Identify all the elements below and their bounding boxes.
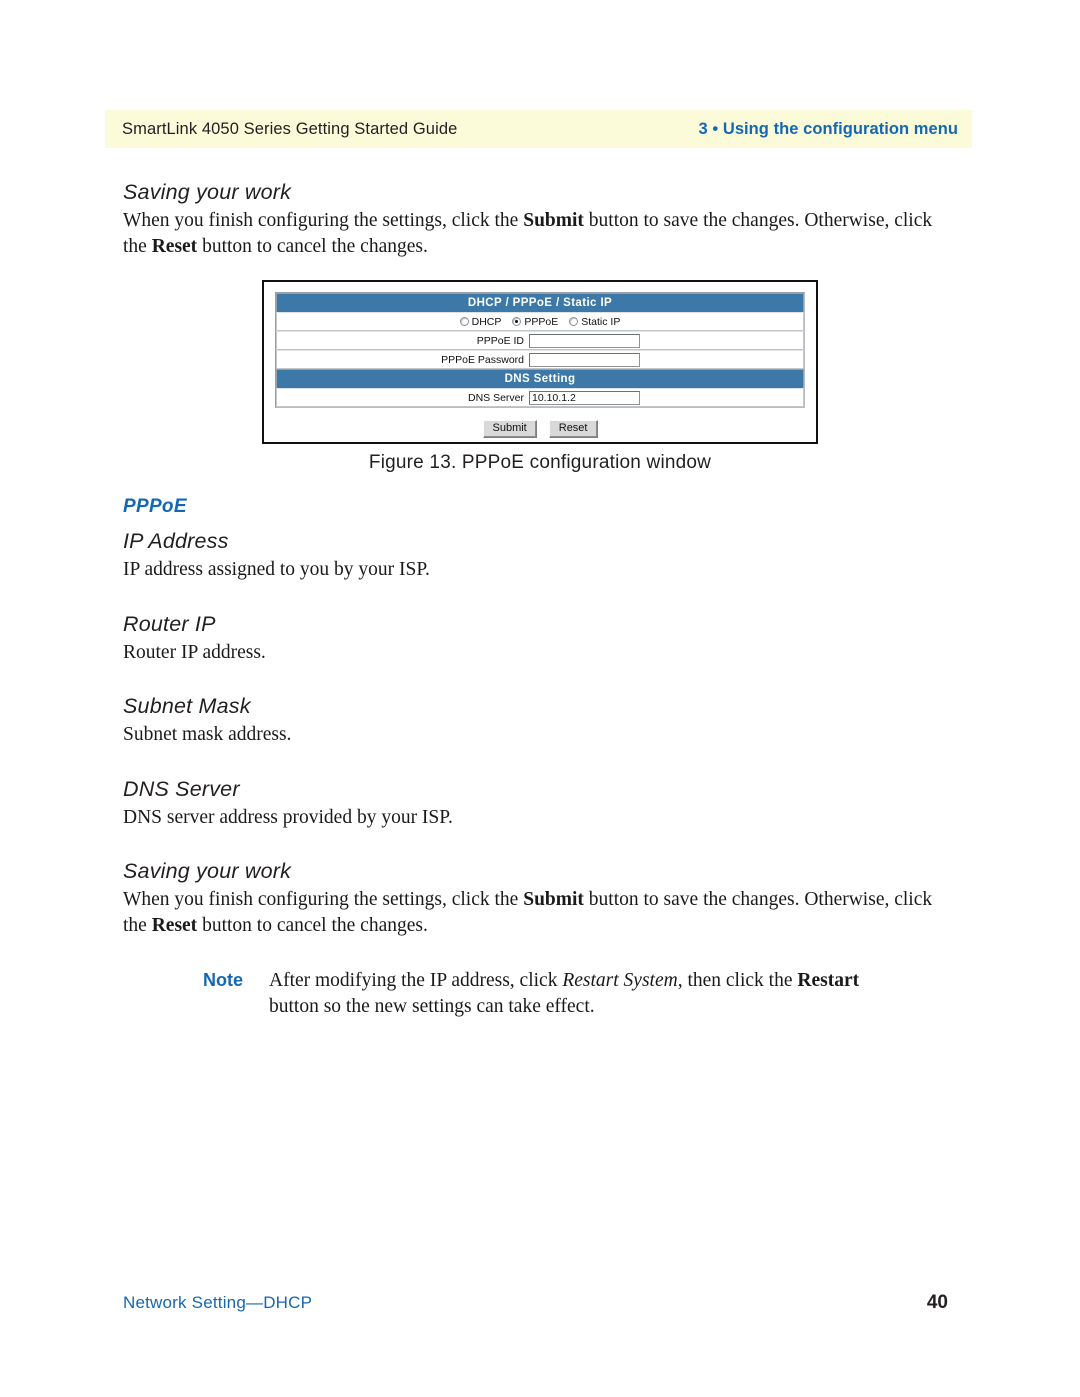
- figure-13: DHCP / PPPoE / Static IP DHCP PPPoE Stat…: [262, 280, 818, 444]
- saving-bottom-suffix: button to cancel the changes.: [197, 914, 428, 936]
- saving-top-bold-reset: Reset: [151, 235, 198, 257]
- saving-top-prefix: When you finish configuring the settings…: [123, 210, 524, 231]
- radio-option-pppoe[interactable]: PPPoE: [512, 316, 558, 328]
- heading-saving-your-work-bottom: Saving your work: [123, 859, 292, 883]
- submit-button[interactable]: Submit: [482, 420, 537, 438]
- row-pppoe-password: PPPoE Password: [276, 350, 804, 369]
- input-pppoe-password[interactable]: [529, 352, 640, 367]
- page-footer: Network Setting—DHCP 40: [123, 1292, 948, 1314]
- section-bar-dhcp-pppoe-staticip: DHCP / PPPoE / Static IP: [276, 293, 804, 312]
- paragraph-router-ip: Router IP address.: [123, 641, 266, 663]
- config-window-button-row: Submit Reset: [275, 420, 805, 438]
- heading-ip-address: IP Address: [123, 529, 229, 553]
- radio-option-dhcp[interactable]: DHCP: [459, 315, 502, 328]
- radio-label-dhcp: DHCP: [471, 315, 502, 328]
- radio-group-connection-type[interactable]: DHCP PPPoE Static IP: [459, 315, 620, 328]
- note-bold-restart: Restart: [797, 970, 860, 991]
- header-document-title: SmartLink 4050 Series Getting Started Gu…: [122, 119, 458, 138]
- cell-pppoe-password-input: [529, 352, 640, 367]
- label-pppoe-id: PPPoE ID: [476, 334, 524, 347]
- saving-bottom-prefix: When you finish configuring the settings…: [123, 889, 524, 910]
- heading-router-ip: Router IP: [123, 611, 216, 636]
- section-bar-dns-setting: DNS Setting: [276, 369, 804, 388]
- paragraph-saving-your-work-bottom: When you finish configuring the settings…: [123, 887, 943, 938]
- footer-section-label: Network Setting—DHCP: [123, 1293, 313, 1312]
- saving-top-suffix: button to cancel the changes.: [197, 235, 428, 257]
- input-dns-server[interactable]: 10.10.1.2: [529, 390, 640, 405]
- radio-icon-dhcp[interactable]: [459, 317, 469, 326]
- note-block: Note After modifying the IP address, cli…: [203, 968, 943, 1019]
- note-italic-restart-system: Restart System: [562, 970, 678, 991]
- label-pppoe-password: PPPoE Password: [441, 353, 524, 366]
- paragraph-dns-server: DNS server address provided by your ISP.: [123, 806, 453, 828]
- reset-button[interactable]: Reset: [548, 420, 598, 438]
- header-chapter-title: 3 • Using the configuration menu: [698, 119, 958, 138]
- cell-pppoe-id-input: [529, 333, 640, 348]
- heading-dns-server: DNS Server: [123, 776, 240, 801]
- content-top: Saving your work When you finish configu…: [123, 180, 943, 259]
- note-label: Note: [203, 970, 243, 990]
- note-prefix: After modifying the IP address, click: [269, 970, 563, 991]
- radio-label-pppoe: PPPoE: [524, 315, 559, 328]
- page-header: SmartLink 4050 Series Getting Started Gu…: [105, 110, 972, 148]
- saving-top-bold-submit: Submit: [523, 210, 584, 231]
- radio-icon-pppoe[interactable]: [512, 317, 522, 326]
- heading-subnet-mask: Subnet Mask: [123, 694, 251, 718]
- note-mid: , then click the: [677, 970, 798, 991]
- saving-bottom-bold-submit: Submit: [523, 889, 584, 910]
- radio-label-static-ip: Static IP: [581, 315, 621, 328]
- figure-13-caption: Figure 13. PPPoE configuration window: [368, 452, 712, 473]
- config-window-form: DHCP / PPPoE / Static IP DHCP PPPoE Stat…: [275, 292, 805, 408]
- paragraph-subnet-mask: Subnet mask address.: [123, 724, 292, 745]
- saving-bottom-bold-reset: Reset: [151, 914, 198, 936]
- heading-pppoe: PPPoE: [123, 496, 187, 517]
- row-pppoe-id: PPPoE ID: [276, 331, 804, 350]
- radio-icon-static-ip[interactable]: [569, 317, 579, 326]
- heading-saving-your-work-top: Saving your work: [123, 180, 292, 204]
- cell-dns-server-input: 10.10.1.2: [529, 390, 640, 405]
- input-pppoe-id[interactable]: [529, 333, 640, 348]
- paragraph-saving-your-work-top: When you finish configuring the settings…: [123, 208, 943, 259]
- config-window-screenshot: DHCP / PPPoE / Static IP DHCP PPPoE Stat…: [262, 280, 818, 444]
- note-suffix: button so the new settings can take effe…: [269, 995, 595, 1017]
- footer-page-number: 40: [926, 1292, 948, 1313]
- row-dns-server: DNS Server 10.10.1.2: [276, 388, 804, 407]
- row-connection-type: DHCP PPPoE Static IP: [276, 312, 804, 331]
- label-dns-server: DNS Server: [467, 391, 524, 404]
- note-text: After modifying the IP address, click Re…: [269, 968, 909, 1019]
- paragraph-ip-address: IP address assigned to you by your ISP.: [123, 559, 430, 580]
- radio-option-static-ip[interactable]: Static IP: [569, 316, 620, 328]
- content-pppoe-section: PPPoE IP Address IP address assigned to …: [123, 496, 943, 1019]
